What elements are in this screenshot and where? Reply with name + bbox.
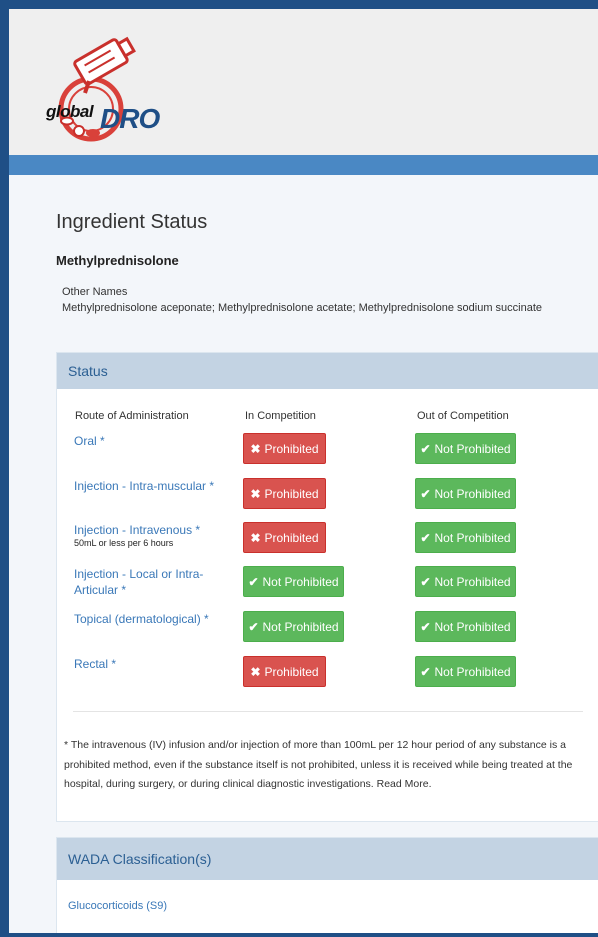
badge-label: Prohibited [264,531,319,545]
badge-label: Not Prohibited [434,665,511,679]
check-icon: ✔ [420,442,431,456]
cross-icon: ✖ [250,487,261,501]
check-icon: ✔ [420,620,431,634]
column-header-in-competition: In Competition [245,410,316,422]
header-accent-bar [9,155,598,175]
badge-label: Not Prohibited [262,620,339,634]
out-of-competition-badge: ✔ Not Prohibited [415,433,516,464]
in-competition-badge: ✖ Prohibited [243,656,326,687]
other-names-value: Methylprednisolone aceponate; Methylpred… [62,302,543,314]
out-of-competition-badge: ✔ Not Prohibited [415,522,516,553]
out-of-competition-badge: ✔ Not Prohibited [415,478,516,509]
in-competition-badge: ✖ Prohibited [243,522,326,553]
column-header-out-of-competition: Out of Competition [417,410,509,422]
route-link-rectal[interactable]: Rectal * [74,656,234,672]
wada-classification-link[interactable]: Glucocorticoids (S9) [68,900,167,912]
site-header: global DRO [9,9,598,155]
badge-label: Not Prohibited [262,575,339,589]
out-of-competition-badge: ✔ Not Prohibited [415,611,516,642]
wada-classification-panel: WADA Classification(s) Glucocorticoids (… [56,837,598,933]
iv-footnote: * The intravenous (IV) infusion and/or i… [64,739,573,790]
cross-icon: ✖ [250,665,261,679]
page-title: Ingredient Status [56,211,208,233]
badge-label: Not Prohibited [434,620,511,634]
in-competition-badge: ✔ Not Prohibited [243,566,344,597]
badge-label: Not Prohibited [434,575,511,589]
column-header-route: Route of Administration [75,410,189,422]
logo-word-global: global [46,102,94,121]
route-link-intra-muscular[interactable]: Injection - Intra-muscular * [74,478,234,494]
status-panel: Status Route of Administration In Compet… [56,352,598,822]
in-competition-badge: ✖ Prohibited [243,478,326,509]
badge-label: Prohibited [264,442,319,456]
cross-icon: ✖ [250,531,261,545]
badge-label: Not Prohibited [434,531,511,545]
other-names-label: Other Names [62,286,128,298]
status-panel-heading: Status [57,353,598,389]
route-note-intravenous: 50mL or less per 6 hours [74,538,174,548]
global-dro-logo[interactable]: global DRO [19,21,179,151]
in-competition-badge: ✔ Not Prohibited [243,611,344,642]
wada-panel-heading: WADA Classification(s) [57,838,598,880]
badge-label: Prohibited [264,487,319,501]
logo-word-dro: DRO [100,103,160,134]
app-frame: global DRO Ingredient Status Methylpredn… [9,9,598,933]
badge-label: Not Prohibited [434,442,511,456]
out-of-competition-badge: ✔ Not Prohibited [415,566,516,597]
check-icon: ✔ [248,620,259,634]
cross-icon: ✖ [250,442,261,456]
route-link-oral[interactable]: Oral * [74,433,234,449]
route-link-local-intra-articular[interactable]: Injection - Local or Intra-Articular * [74,566,234,598]
in-competition-badge: ✖ Prohibited [243,433,326,464]
route-link-topical[interactable]: Topical (dermatological) * [74,611,234,627]
check-icon: ✔ [248,575,259,589]
ingredient-name: Methylprednisolone [56,253,179,268]
route-link-intravenous[interactable]: Injection - Intravenous * [74,522,234,538]
badge-label: Not Prohibited [434,487,511,501]
check-icon: ✔ [420,487,431,501]
check-icon: ✔ [420,531,431,545]
status-divider [73,711,583,712]
check-icon: ✔ [420,575,431,589]
out-of-competition-badge: ✔ Not Prohibited [415,656,516,687]
badge-label: Prohibited [264,665,319,679]
check-icon: ✔ [420,665,431,679]
